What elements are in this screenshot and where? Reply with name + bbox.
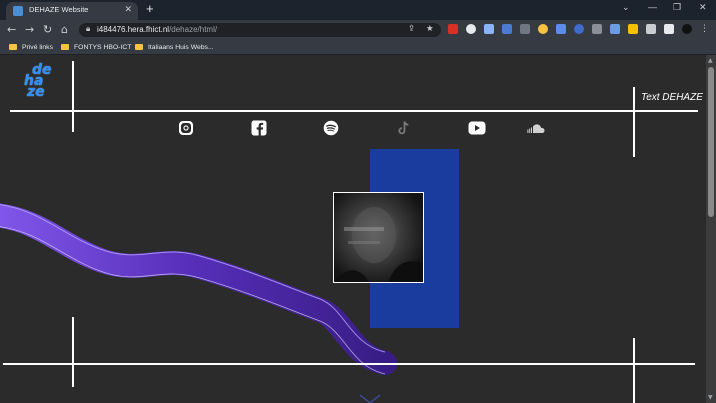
tiktok-icon[interactable]: [395, 119, 413, 137]
facebook-icon[interactable]: [250, 119, 268, 137]
bottom-right-vertical-line: [633, 338, 635, 403]
folder-icon: [61, 44, 69, 50]
tab-search-icon[interactable]: ⌄: [622, 2, 630, 13]
scroll-thumb[interactable]: [708, 67, 714, 217]
url-path: /dehaze/html/: [169, 24, 218, 34]
bookmark-folder[interactable]: Italiaans Huis Webs...: [135, 42, 214, 52]
bookmark-label: Italiaans Huis Webs...: [148, 43, 214, 51]
badge-extension-icon[interactable]: [628, 24, 638, 34]
side-panel-icon[interactable]: [664, 24, 674, 34]
extensions-puzzle-icon[interactable]: [646, 24, 656, 34]
bookmark-folder[interactable]: FONTYS HBO-ICT: [61, 42, 131, 52]
soundcloud-icon[interactable]: [526, 119, 546, 137]
bookmark-folder[interactable]: Privé links: [9, 42, 53, 52]
bookmark-label: FONTYS HBO-ICT: [74, 43, 132, 51]
edit-extension-icon[interactable]: [556, 24, 566, 34]
logo-line: ze: [27, 84, 45, 100]
scroll-up-arrow-icon[interactable]: ▲: [708, 57, 713, 64]
capture-extension-icon[interactable]: [502, 24, 512, 34]
top-left-vertical-line: [72, 61, 74, 132]
instagram-icon[interactable]: [177, 119, 195, 137]
artist-photo: [333, 192, 424, 283]
youtube-icon[interactable]: [468, 119, 486, 137]
bottom-horizontal-line: [3, 363, 695, 365]
profile-avatar[interactable]: [682, 24, 692, 34]
extension-icon[interactable]: [466, 24, 476, 34]
emoji-extension-icon[interactable]: [538, 24, 548, 34]
lock-icon[interactable]: 🔒︎: [86, 24, 90, 34]
pen-extension-icon[interactable]: [520, 24, 530, 34]
home-button[interactable]: ⌂: [61, 23, 68, 36]
share-icon[interactable]: ⇪: [408, 24, 415, 34]
corner-text: Text DEHAZE: [641, 92, 703, 103]
folder-icon: [9, 44, 17, 50]
clipboard-extension-icon[interactable]: [592, 24, 602, 34]
address-bar[interactable]: 🔒︎ i484476.hera.fhict.nl/dehaze/html/ ⇪ …: [79, 23, 441, 37]
spotify-icon[interactable]: [322, 119, 340, 137]
top-horizontal-line: [10, 110, 698, 112]
minimize-button[interactable]: —: [648, 2, 657, 12]
browser-tab[interactable]: DEHAZE Website ✕: [6, 2, 138, 20]
browser-toolbar: ← → ↻ ⌂ 🔒︎ i484476.hera.fhict.nl/dehaze/…: [0, 20, 716, 40]
screenshot-extension-icon[interactable]: [484, 24, 494, 34]
new-tab-button[interactable]: +: [146, 1, 154, 16]
translate-extension-icon[interactable]: [610, 24, 620, 34]
favicon-icon: [13, 6, 23, 16]
url-text[interactable]: i484476.hera.fhict.nl/dehaze/html/: [97, 25, 217, 34]
audio-extension-icon[interactable]: [574, 24, 584, 34]
page-viewport: de ha ze Text DEHAZE: [0, 55, 706, 403]
top-right-vertical-line: [633, 87, 635, 157]
tab-title: DEHAZE Website: [29, 5, 89, 14]
tab-strip: DEHAZE Website ✕ + ⌄ — ❐ ✕: [0, 0, 716, 20]
tab-close-icon[interactable]: ✕: [124, 4, 132, 15]
bookmark-label: Privé links: [22, 43, 53, 51]
close-window-button[interactable]: ✕: [699, 2, 707, 13]
forward-button[interactable]: →: [25, 23, 34, 36]
page-scrollbar[interactable]: ▲ ▼: [706, 55, 716, 403]
scroll-down-arrow-icon[interactable]: ▼: [708, 394, 713, 401]
url-domain: i484476.hera.fhict.nl: [97, 24, 170, 34]
restore-button[interactable]: ❐: [673, 2, 681, 13]
back-button[interactable]: ←: [7, 23, 16, 36]
pdf-extension-icon[interactable]: [448, 24, 458, 34]
bottom-left-vertical-line: [72, 317, 74, 387]
folder-icon: [135, 44, 143, 50]
bookmark-star-icon[interactable]: ★: [426, 24, 434, 34]
menu-kebab-icon[interactable]: ⋮: [700, 24, 709, 34]
dehaze-logo[interactable]: de ha ze: [20, 63, 60, 105]
bookmarks-bar: Privé links FONTYS HBO-ICT Italiaans Hui…: [0, 40, 716, 55]
reload-button[interactable]: ↻: [43, 23, 52, 36]
